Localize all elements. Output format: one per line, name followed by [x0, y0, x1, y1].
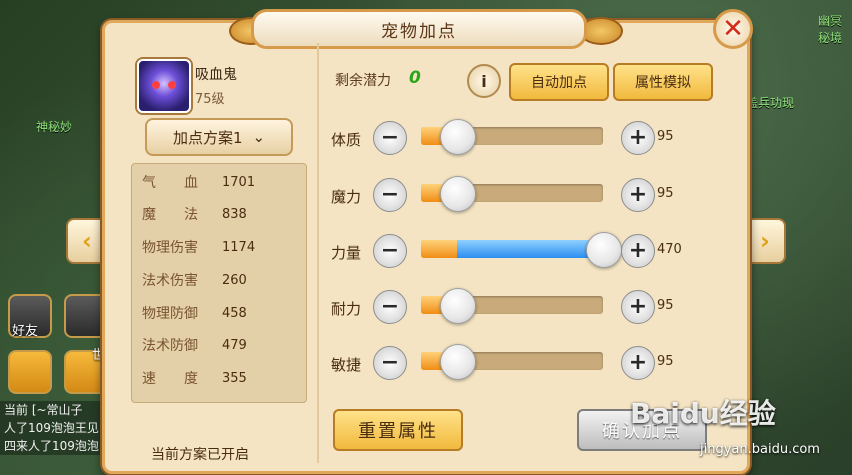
- decrease-button[interactable]: −: [373, 234, 407, 268]
- plan-label: 加点方案1: [172, 128, 243, 147]
- attribute-row: 体质 − +95: [321, 119, 741, 159]
- attribute-name: 体质: [331, 131, 362, 149]
- decrease-button[interactable]: −: [373, 178, 407, 212]
- stat-value: 458: [222, 305, 247, 321]
- simulate-attributes-button[interactable]: 属性模拟: [613, 63, 713, 101]
- chat-line: 四来人了109泡泡: [0, 437, 118, 455]
- stat-value: 1174: [222, 239, 256, 255]
- attribute-slider[interactable]: [421, 288, 603, 324]
- pet-stats-panel: 气 血 1701 魔 法 838 物理伤害 1174 法术伤害 260 物理防御…: [131, 163, 307, 403]
- increase-button[interactable]: +: [621, 178, 655, 212]
- decrease-button[interactable]: −: [373, 290, 407, 324]
- pet-info-column: 吸血鬼 75级 加点方案1 ⌄ 气 血 1701 魔 法 838 物理伤害 11…: [115, 41, 311, 466]
- chat-bubble-icon[interactable]: [8, 350, 52, 394]
- attribute-value: 95: [657, 186, 674, 201]
- increase-button[interactable]: +: [621, 121, 655, 155]
- slider-added-fill: [457, 240, 603, 258]
- map-label: 幽冥秘境: [818, 14, 843, 45]
- attribute-slider[interactable]: [421, 176, 603, 212]
- stat-value: 260: [222, 272, 247, 288]
- next-pet-arrow-icon[interactable]: ›: [744, 218, 786, 264]
- stat-row: 速 度 355: [142, 366, 247, 390]
- stat-label: 物理防御: [142, 306, 198, 322]
- stat-label: 魔 法: [142, 207, 198, 223]
- stat-value: 1701: [222, 174, 256, 190]
- column-divider: [317, 43, 319, 463]
- decrease-button[interactable]: −: [373, 346, 407, 380]
- map-label: 盖兵功现: [746, 96, 795, 110]
- stat-value: 838: [222, 206, 247, 222]
- stat-row: 魔 法 838: [142, 202, 247, 226]
- attribute-value: 95: [657, 354, 674, 369]
- info-icon: i: [481, 71, 487, 91]
- auto-assign-button[interactable]: 自动加点: [509, 63, 609, 101]
- stat-row: 法术伤害 260: [142, 268, 247, 292]
- slider-knob[interactable]: [440, 119, 476, 155]
- potential-label: 剩余潜力: [335, 73, 391, 89]
- slider-knob[interactable]: [440, 344, 476, 380]
- pet-avatar[interactable]: [137, 59, 191, 113]
- stat-label: 法术伤害: [142, 273, 198, 289]
- attribute-name: 耐力: [331, 300, 362, 318]
- attribute-value: 95: [657, 129, 674, 144]
- pet-name: 吸血鬼: [195, 67, 237, 83]
- attribute-slider[interactable]: [421, 119, 603, 155]
- reset-attributes-button[interactable]: 重置属性: [333, 409, 463, 451]
- info-button[interactable]: i: [467, 64, 501, 98]
- stat-row: 气 血 1701: [142, 170, 255, 194]
- attribute-name: 魔力: [331, 188, 362, 206]
- stat-row: 物理伤害 1174: [142, 235, 255, 259]
- plan-status-text: 当前方案已开启: [151, 447, 249, 463]
- slider-knob[interactable]: [586, 232, 622, 268]
- stat-label: 法术防御: [142, 338, 198, 354]
- watermark-brand: Baidu经验: [630, 397, 776, 430]
- stat-row: 物理防御 458: [142, 301, 247, 325]
- decrease-button[interactable]: −: [373, 121, 407, 155]
- attribute-name: 力量: [331, 244, 362, 262]
- stat-label: 物理伤害: [142, 240, 198, 256]
- avatar-eye-icon: [152, 81, 160, 89]
- stat-value: 479: [222, 337, 247, 353]
- potential-value: 0: [409, 68, 421, 88]
- increase-button[interactable]: +: [621, 290, 655, 324]
- chevron-down-icon: ⌄: [252, 128, 266, 146]
- stat-label: 气 血: [142, 175, 198, 191]
- slider-knob[interactable]: [440, 288, 476, 324]
- increase-button[interactable]: +: [621, 346, 655, 380]
- increase-button[interactable]: +: [621, 234, 655, 268]
- chat-line: 当前 [~常山子: [0, 401, 118, 419]
- attribute-row: 敏捷 − +95: [321, 344, 741, 384]
- slider-knob[interactable]: [440, 176, 476, 212]
- chat-line: 人了109泡泡王见: [0, 419, 118, 437]
- attribute-name: 敏捷: [331, 356, 362, 374]
- attribute-value: 470: [657, 242, 682, 257]
- attribute-value: 95: [657, 298, 674, 313]
- pet-level: 75级: [195, 92, 225, 107]
- attribute-slider[interactable]: [421, 344, 603, 380]
- attribute-slider[interactable]: [421, 232, 622, 268]
- stat-value: 355: [222, 370, 247, 386]
- stat-row: 法术防御 479: [142, 333, 247, 357]
- avatar-eye-icon: [168, 81, 176, 89]
- slider-base-fill: [421, 240, 457, 258]
- plan-select-dropdown[interactable]: 加点方案1 ⌄: [145, 118, 293, 156]
- watermark-url: jingyan.baidu.com: [700, 442, 820, 457]
- attribute-row: 力量 − +470: [321, 232, 741, 272]
- attribute-row: 耐力 − +95: [321, 288, 741, 328]
- attribute-row: 魔力 − +95: [321, 176, 741, 216]
- friend-label: 好友: [12, 324, 39, 339]
- map-label: 神秘妙: [36, 120, 73, 134]
- stat-label: 速 度: [142, 371, 198, 387]
